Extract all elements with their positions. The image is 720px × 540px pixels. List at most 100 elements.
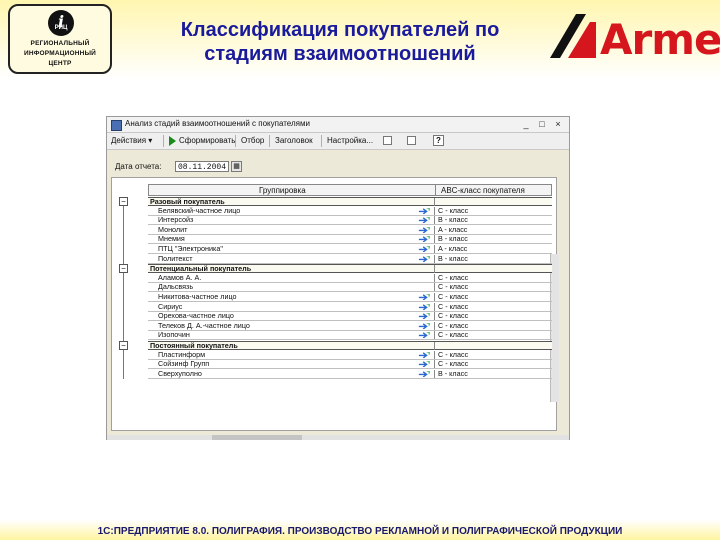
table-row[interactable]: Телеков Д. А.-частное лицо C - класс <box>148 320 552 331</box>
table-row[interactable]: Сойзинф Групп C - класс <box>148 359 552 370</box>
window-title: Анализ стадий взаимоотношений с покупате… <box>125 119 310 128</box>
column-divider <box>434 273 435 282</box>
column-header-abc-class: ABC-класс покупателя <box>441 186 525 195</box>
group-name: Потенциальный покупатель <box>150 264 252 274</box>
drilldown-arrow-icon[interactable] <box>418 217 430 224</box>
customer-name: Сириус <box>158 301 183 311</box>
help-icon[interactable]: ? <box>433 135 444 146</box>
calendar-button[interactable]: ▦ <box>231 161 242 172</box>
drilldown-arrow-icon[interactable] <box>418 351 430 358</box>
group-row[interactable]: Потенциальный покупатель <box>148 264 552 274</box>
collapse-group-icon[interactable]: − <box>119 197 128 206</box>
abc-class-value: A - класс <box>438 224 468 234</box>
table-row[interactable]: Аламов А. А. C - класс <box>148 272 552 283</box>
abc-class-value: C - класс <box>438 272 469 282</box>
group-name: Постоянный покупатель <box>150 341 238 350</box>
close-button[interactable]: × <box>553 119 563 129</box>
column-divider <box>434 342 435 350</box>
abc-class-value: C - класс <box>438 359 469 369</box>
drilldown-arrow-icon[interactable] <box>418 370 430 377</box>
slide-title-line-2: стадиям взаимоотношений <box>204 43 476 65</box>
drilldown-arrow-icon[interactable] <box>418 294 430 300</box>
regional-info-center-logo: i РИЦ РЕГИОНАЛЬНЫЙ ИНФОРМАЦИОННЫЙ ЦЕНТР <box>8 4 112 74</box>
drilldown-arrow-icon[interactable] <box>418 226 430 233</box>
drilldown-arrow-icon[interactable] <box>418 207 430 214</box>
maximize-button[interactable]: □ <box>537 119 547 129</box>
column-divider <box>434 350 435 359</box>
horizontal-scrollbar[interactable] <box>107 435 569 440</box>
tree-connector <box>123 350 124 380</box>
toolbar-separator <box>321 135 322 147</box>
customer-name: Дальсвязь <box>158 282 194 292</box>
settings-button[interactable]: Настройка... <box>327 136 373 145</box>
drilldown-arrow-icon[interactable] <box>418 361 430 368</box>
customer-name: Сверхуполно <box>158 368 202 378</box>
table-row[interactable]: Изопочин C - класс <box>148 330 552 341</box>
play-icon <box>169 136 176 146</box>
column-divider <box>434 312 435 321</box>
customer-name: Аламов А. А. <box>158 272 202 282</box>
minimize-button[interactable]: _ <box>521 119 531 129</box>
drilldown-arrow-icon[interactable] <box>418 332 430 339</box>
slide-title-line-1: Классификация покупателей по <box>180 19 500 41</box>
abc-class-value: C - класс <box>438 205 469 215</box>
table-row[interactable]: Интерсойз B - класс <box>148 215 552 226</box>
customer-name: Политекст <box>158 253 193 263</box>
drilldown-arrow-icon[interactable] <box>418 313 430 320</box>
report-grid-header: Группировка ABC-класс покупателя <box>148 184 552 196</box>
abc-class-value: C - класс <box>438 311 469 321</box>
info-emblem-icon: i РИЦ <box>48 10 74 36</box>
collapse-group-icon[interactable]: − <box>119 264 128 274</box>
report-spreadsheet[interactable]: Группировка ABC-класс покупателя Разовый… <box>111 177 559 431</box>
tree-connector <box>123 206 124 265</box>
table-icon[interactable] <box>383 136 392 145</box>
table-row[interactable]: Орехова-частное лицо C - класс <box>148 311 552 322</box>
abc-class-value: C - класс <box>438 282 469 292</box>
drilldown-arrow-icon[interactable] <box>418 246 430 252</box>
filter-button[interactable]: Отбор <box>241 136 264 145</box>
table-row[interactable]: Монолит A - класс <box>148 224 552 235</box>
footer-text: 1С:ПРЕДПРИЯТИЕ 8.0. ПОЛИГРАФИЯ. ПРОИЗВОД… <box>97 526 623 537</box>
logo-line-2: ИНФОРМАЦИОННЫЙ <box>23 50 97 57</box>
abc-class-value: C - класс <box>438 292 469 301</box>
report-date-input[interactable]: 08.11.2004 <box>175 161 229 172</box>
table-row[interactable]: Никитова-частное лицо C - класс <box>148 293 552 302</box>
armex-logo: Armex <box>546 8 720 72</box>
customer-name: Изопочин <box>158 330 190 340</box>
header-button[interactable]: Заголовок <box>275 136 313 145</box>
drilldown-arrow-icon[interactable] <box>418 236 430 243</box>
actions-menu[interactable]: Действия ▾ <box>111 136 152 145</box>
abc-class-value: B - класс <box>438 368 468 378</box>
column-divider <box>434 265 435 274</box>
tree-connector <box>123 273 124 341</box>
table-row[interactable]: Белявский-частное лицо C - класс <box>148 205 552 216</box>
print-preview-icon[interactable] <box>407 136 416 145</box>
column-header-grouping: Группировка <box>259 186 306 195</box>
drilldown-arrow-icon[interactable] <box>418 303 430 310</box>
armex-wordmark: Armex <box>600 15 720 64</box>
column-divider <box>434 225 435 234</box>
drilldown-arrow-icon[interactable] <box>418 255 430 262</box>
customer-name: Орехова-частное лицо <box>158 311 234 321</box>
armex-mark-icon <box>550 14 596 58</box>
abc-class-value: B - класс <box>438 234 468 244</box>
column-divider <box>434 302 435 311</box>
column-divider <box>434 254 435 263</box>
customer-name: Мнемия <box>158 234 185 244</box>
column-divider <box>434 235 435 244</box>
toolbar-separator <box>163 135 164 147</box>
customer-name: Пластинформ <box>158 349 206 359</box>
table-row[interactable]: ПТЦ "Электроника" A - класс <box>148 245 552 254</box>
window-titlebar: Анализ стадий взаимоотношений с покупате… <box>107 117 569 133</box>
collapse-group-icon[interactable]: − <box>119 341 128 350</box>
abc-class-value: C - класс <box>438 320 469 330</box>
group-row[interactable]: Разовый покупатель <box>148 197 552 206</box>
abc-class-value: B - класс <box>438 215 468 225</box>
horizontal-scroll-thumb[interactable] <box>212 435 302 440</box>
column-divider <box>434 245 435 253</box>
generate-button[interactable]: Сформировать <box>179 136 235 145</box>
group-row[interactable]: Постоянный покупатель <box>148 341 552 350</box>
drilldown-arrow-icon[interactable] <box>418 322 430 329</box>
table-row[interactable]: Политекст B - класс <box>148 253 552 264</box>
table-row[interactable]: Сверхуполно B - класс <box>148 368 552 379</box>
